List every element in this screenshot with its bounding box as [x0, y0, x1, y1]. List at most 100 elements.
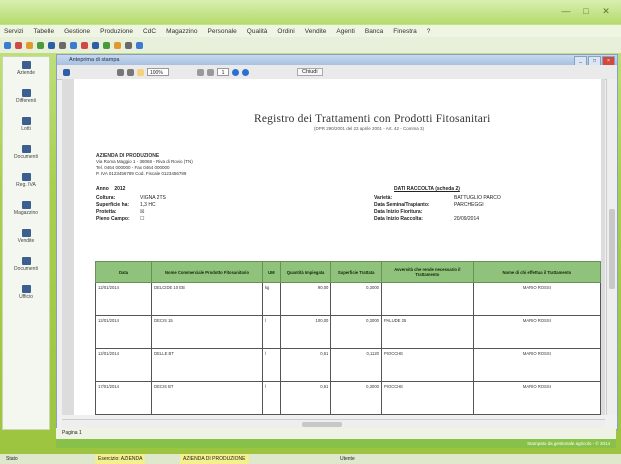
cut-icon[interactable] — [81, 41, 88, 49]
module-icon — [21, 229, 31, 237]
sidebar-item[interactable]: Differenti — [3, 89, 49, 113]
delete-icon[interactable] — [15, 41, 22, 49]
sidebar-item-label: Documenti — [14, 266, 38, 272]
sidebar-item[interactable]: Aziende — [3, 61, 49, 85]
sidebar-item-label: Aziende — [16, 70, 36, 76]
maximize-icon[interactable]: □ — [579, 6, 593, 16]
preview-title: Anteprima di stampa — [69, 57, 120, 63]
prev-page-icon[interactable] — [127, 68, 134, 76]
settings-icon[interactable] — [125, 41, 132, 49]
zoom-out-icon[interactable] — [197, 68, 204, 76]
help-icon[interactable] — [136, 41, 143, 49]
meta-key: Data Inizio Raccolta: — [374, 216, 423, 222]
vertical-scrollbar[interactable] — [606, 79, 617, 415]
column-header: UM — [261, 261, 281, 283]
zoom-select[interactable]: 100% — [147, 68, 169, 76]
sidebar-item[interactable]: Reg. IVA — [3, 173, 49, 197]
folder-icon[interactable] — [26, 41, 33, 49]
meta-row: Pieno Campo: ☐ — [96, 216, 166, 223]
company-line: Tel. 0464 000000 - Fax 0464 000000 — [96, 165, 170, 170]
meta-key: Pieno Campo: — [96, 216, 130, 222]
close-preview-button[interactable]: Chiudi — [297, 68, 323, 76]
module-icon — [21, 285, 31, 293]
table-cell: 0,1120 — [330, 348, 382, 382]
menu-item[interactable]: Magazzino — [166, 28, 197, 35]
status-company: AZIENDA DI PRODUZIONE — [180, 454, 249, 464]
meta-row: Data Inizio Raccolta: 20/09/2014 — [374, 216, 501, 223]
meta-row: Varietà: BATTUGLIO PARCO — [374, 195, 501, 202]
meta-value: ☐ — [140, 216, 145, 222]
menu-item[interactable]: Produzione — [100, 28, 133, 35]
table-cell: kg — [261, 282, 281, 316]
table-cell: 0,87 — [279, 414, 332, 415]
minimize-icon[interactable]: — — [559, 6, 573, 16]
paste-icon[interactable] — [92, 41, 99, 49]
table-row: 06/02/2014METHARCACl0,870,5700caprioli n… — [94, 414, 602, 415]
module-icon — [21, 89, 31, 97]
sidebar-item-label: Magazzino — [13, 210, 39, 216]
table-cell: 0,3000 — [330, 282, 382, 316]
save-icon[interactable] — [37, 41, 44, 49]
zoom-in-icon[interactable] — [207, 68, 214, 76]
column-header: Avversità che rende necessario il Tratta… — [380, 261, 474, 283]
menu-item[interactable]: Qualità — [247, 28, 268, 35]
meta-value: 1,3 HC — [140, 202, 156, 208]
treatments-table: Data Nome Commerciale Prodotto Fitosanita… — [94, 261, 602, 415]
refresh-icon[interactable] — [103, 41, 110, 49]
first-page-icon[interactable] — [117, 68, 124, 76]
table-cell: l — [261, 381, 281, 415]
table-row: 17/01/2014 DECIS BT l 0,61 0,3000 PIOCCHE MARI… — [94, 381, 602, 415]
report-page: Registro dei Trattamenti con Prodotti Fi… — [74, 79, 602, 415]
bottom-status-bar: Stato Esercizio: AZIENDA AZIENDA DI PROD… — [0, 454, 621, 464]
table-cell: PIOCCHE — [380, 348, 474, 382]
menu-item[interactable]: CdC — [143, 28, 156, 35]
meta-row: Protetta: ☒ — [96, 209, 166, 216]
meta-row: Data Inizio Fioritura: — [374, 209, 501, 216]
meta-key: Data Inizio Fioritura: — [374, 209, 423, 215]
sidebar-item[interactable]: Vendite — [3, 229, 49, 253]
close-icon[interactable]: ✕ — [599, 6, 613, 16]
print-icon[interactable] — [48, 41, 55, 49]
menu-item[interactable]: Servizi — [4, 28, 24, 35]
column-header: Superficie Trattata — [330, 261, 382, 283]
table-cell: DECIS BT — [151, 381, 263, 415]
sidebar-item[interactable]: Magazzino — [3, 201, 49, 225]
sidebar-item[interactable]: Ufficio — [3, 285, 49, 309]
menu-item[interactable]: Ordini — [277, 28, 294, 35]
table-cell — [380, 282, 474, 316]
page-view-icon[interactable] — [137, 68, 144, 76]
menu-item[interactable]: Finestra — [393, 28, 416, 35]
table-row: 12/01/2014 DECIS 15 l 100,00 0,3000 PALUDE 25… — [94, 315, 602, 349]
menu-item[interactable]: Gestione — [64, 28, 90, 35]
menu-item[interactable]: Agenti — [336, 28, 354, 35]
page-number-input[interactable]: 1 — [217, 68, 229, 76]
menu-item[interactable]: Personale — [208, 28, 237, 35]
table-cell: l — [261, 348, 281, 382]
module-icon — [21, 173, 31, 181]
filter-icon[interactable] — [114, 41, 121, 49]
year-label: Anno — [96, 186, 109, 192]
meta-key: Coltura: — [96, 195, 116, 201]
table-cell: l — [261, 315, 281, 349]
copy-icon[interactable] — [70, 41, 77, 49]
new-icon[interactable] — [4, 41, 11, 49]
menu-item[interactable]: Tabelle — [34, 28, 55, 35]
sidebar-item[interactable]: Documenti — [3, 257, 49, 281]
sidebar-item[interactable]: Lotti — [3, 117, 49, 141]
search-icon[interactable] — [59, 41, 66, 49]
column-header: Quantità Impiegata — [279, 261, 332, 283]
last-page-icon[interactable] — [242, 68, 249, 76]
menu-item[interactable]: Vendite — [305, 28, 327, 35]
sidebar-item-label: Differenti — [16, 98, 36, 104]
print-icon[interactable] — [63, 68, 70, 76]
next-page-icon[interactable] — [232, 68, 239, 76]
sidebar-item-label: Reg. IVA — [16, 182, 36, 188]
menu-item[interactable]: ? — [427, 28, 431, 35]
table-cell: 0,3000 — [330, 381, 382, 415]
meta-value: PARCHEGGI — [454, 202, 484, 208]
menu-item[interactable]: Banca — [365, 28, 383, 35]
column-header: Nome Commerciale Prodotto Fitosanitario — [151, 261, 263, 283]
company-line: Via Roma Maggio 1 - 38068 - Riva di Rovi… — [96, 159, 193, 164]
module-icon — [21, 145, 31, 153]
sidebar-item[interactable]: Documenti — [3, 145, 49, 169]
